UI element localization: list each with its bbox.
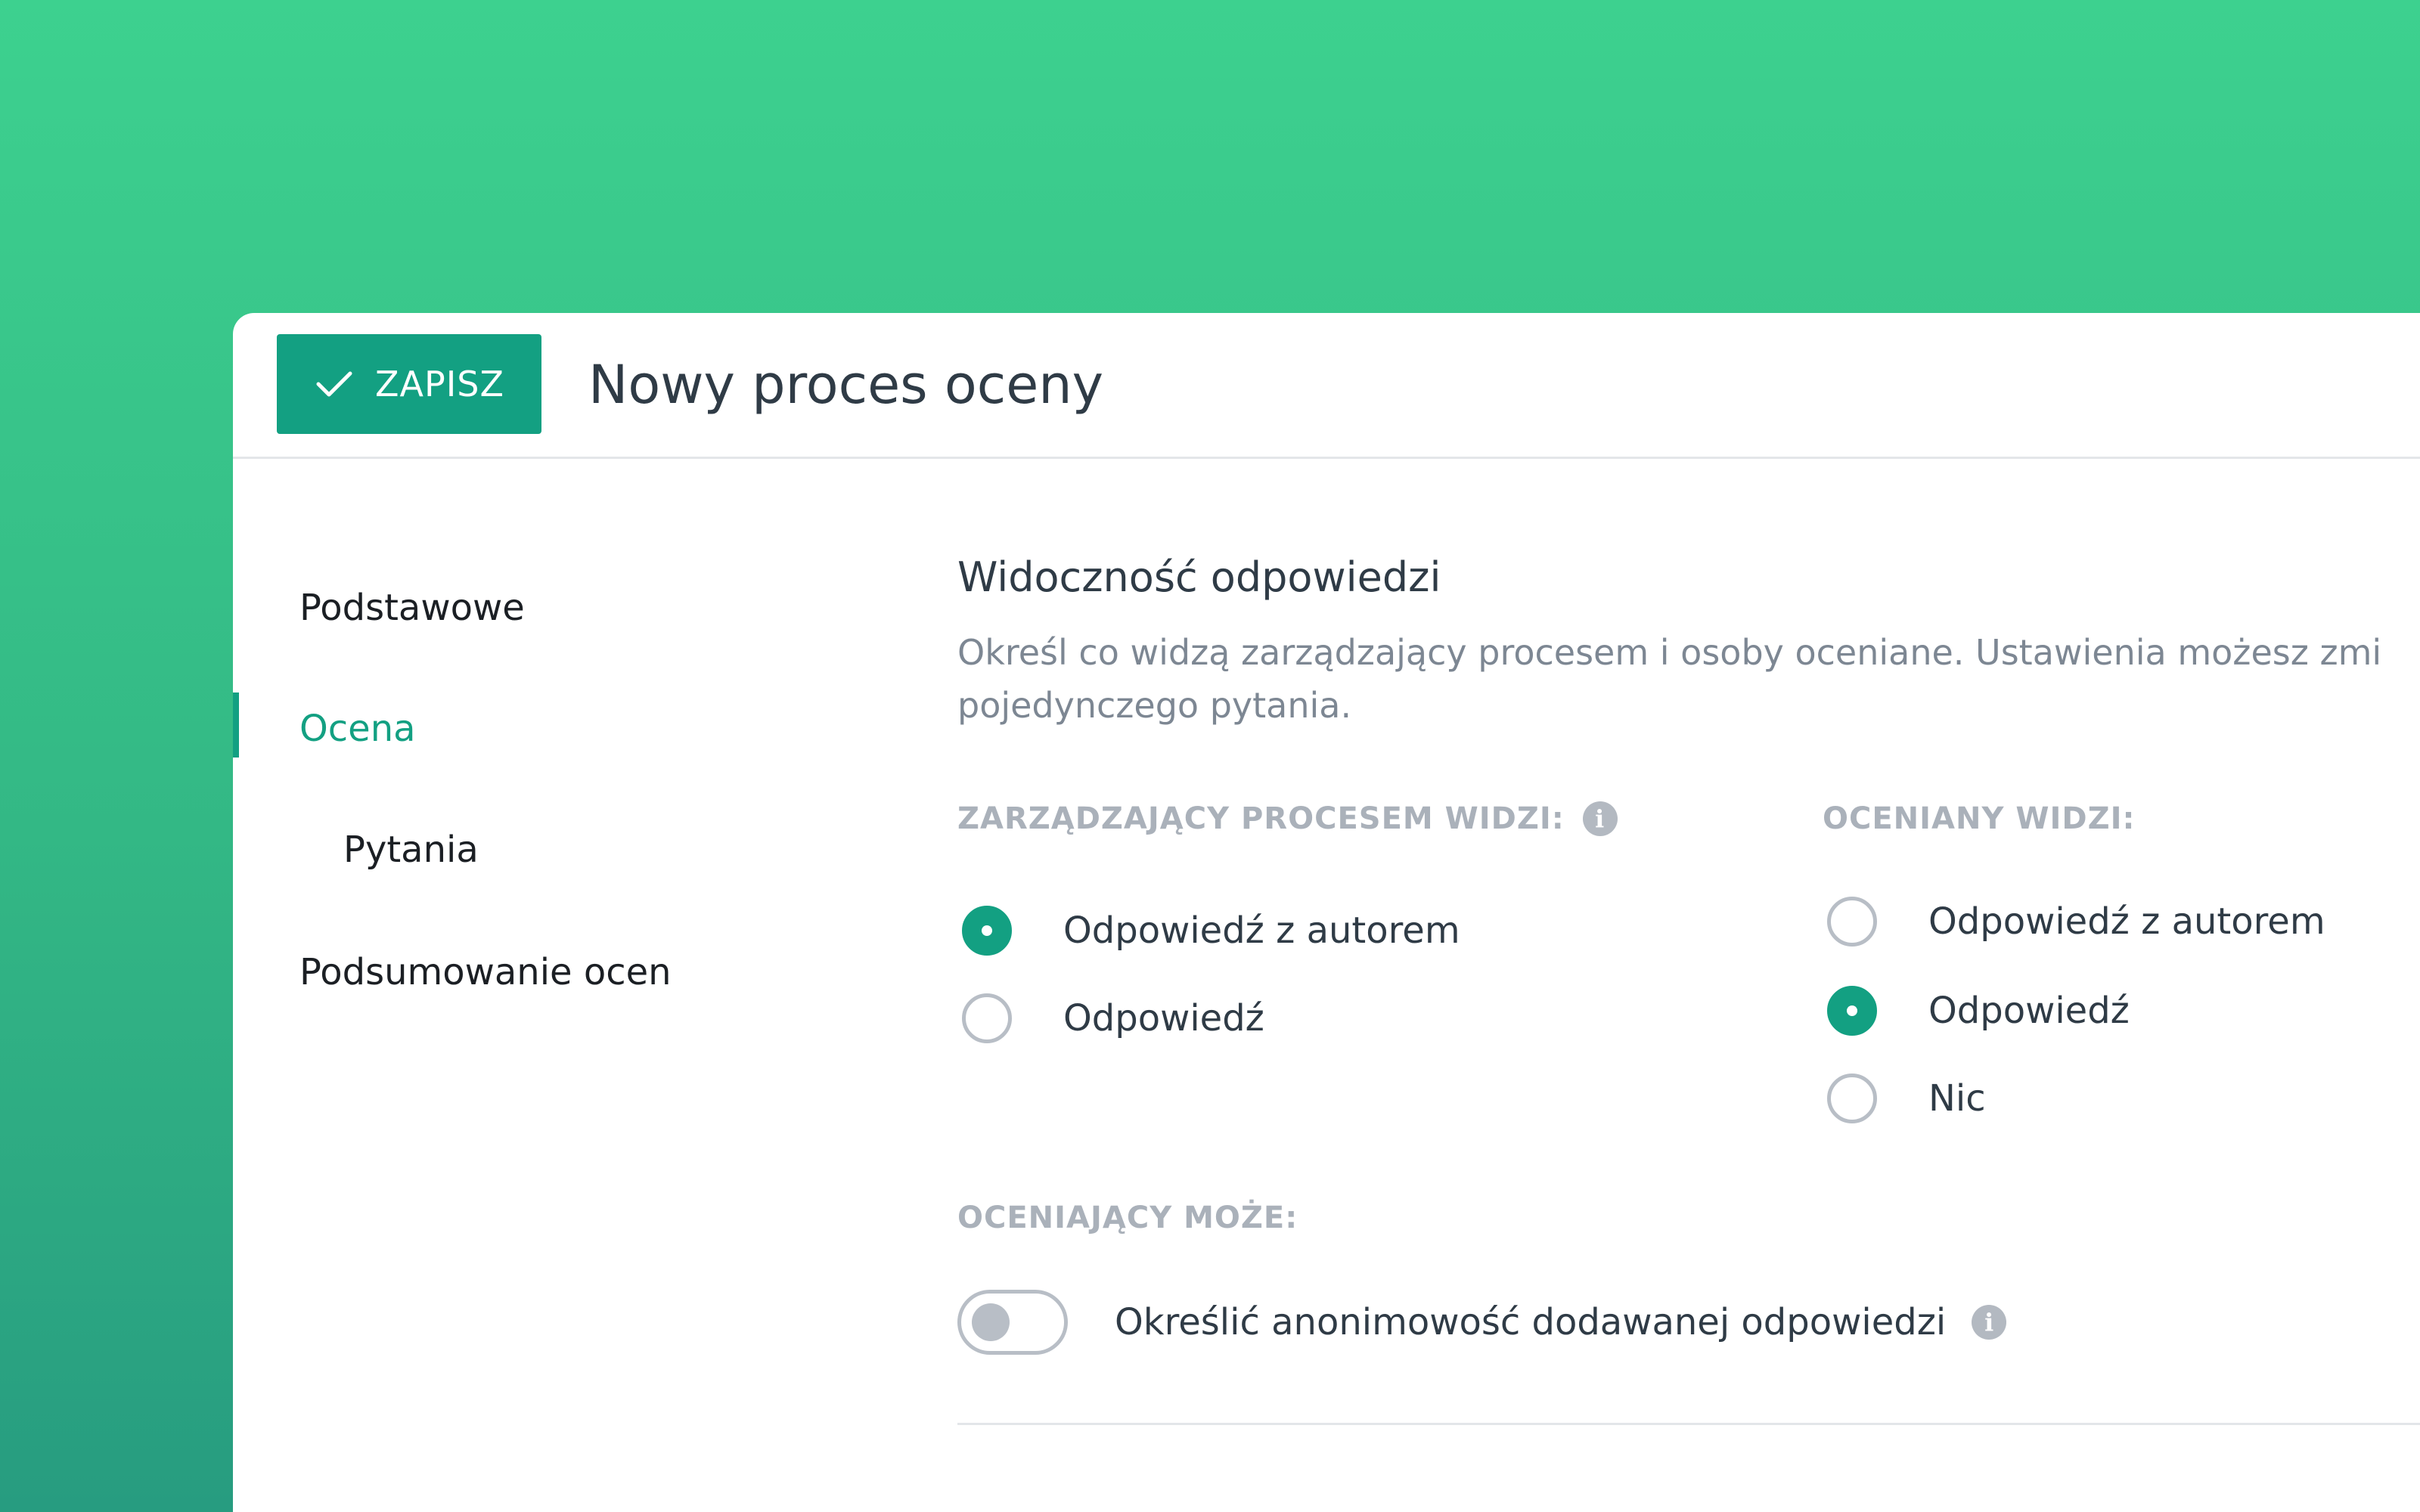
evaluated-option-answer-with-author[interactable]: Odpowiedź z autorem xyxy=(1827,897,2325,947)
toggle-knob xyxy=(972,1303,1010,1341)
evaluated-visibility-label-text: OCENIANY WIDZI: xyxy=(1823,801,2136,836)
manager-visibility-label-text: ZARZĄDZAJĄCY PROCESEM WIDZI: xyxy=(957,801,1565,836)
evaluator-permissions-label: OCENIAJĄCY MOŻE: xyxy=(957,1201,1298,1235)
anonymity-toggle[interactable] xyxy=(957,1290,1068,1355)
radio-button[interactable] xyxy=(1827,986,1877,1036)
section-description-line-1: Określ co widzą zarządzający procesem i … xyxy=(957,632,2382,673)
page-title: Nowy proces oceny xyxy=(588,354,1104,416)
evaluated-visibility-label: OCENIANY WIDZI: xyxy=(1823,801,2135,836)
radio-label: Odpowiedź xyxy=(1063,997,1264,1040)
save-button-label: ZAPISZ xyxy=(375,364,504,404)
evaluated-option-nothing[interactable]: Nic xyxy=(1827,1074,1986,1123)
info-icon[interactable]: i xyxy=(1582,801,1618,836)
sidebar-item-ocena[interactable]: Ocena xyxy=(299,699,416,759)
radio-button[interactable] xyxy=(962,906,1012,956)
section-divider xyxy=(957,1423,2420,1425)
radio-label: Nic xyxy=(1928,1077,1986,1120)
radio-label: Odpowiedź xyxy=(1928,990,2130,1032)
main-panel: ZAPISZ Nowy proces oceny Podstawowe Ocen… xyxy=(233,313,2420,1512)
radio-label: Odpowiedź z autorem xyxy=(1928,900,2325,943)
radio-button[interactable] xyxy=(1827,1074,1877,1123)
manager-visibility-label: ZARZĄDZAJĄCY PROCESEM WIDZI: i xyxy=(957,801,1618,836)
sidebar-item-podstawowe[interactable]: Podstawowe xyxy=(299,578,525,638)
anonymity-toggle-row[interactable]: Określić anonimowość dodawanej odpowiedz… xyxy=(957,1290,2007,1355)
radio-button[interactable] xyxy=(1827,897,1877,947)
manager-option-answer[interactable]: Odpowiedź xyxy=(962,993,1264,1043)
anonymity-toggle-label: Określić anonimowość dodawanej odpowiedz… xyxy=(1115,1301,1947,1343)
radio-label: Odpowiedź z autorem xyxy=(1063,909,1460,952)
sidebar-item-pytania[interactable]: Pytania xyxy=(343,820,479,880)
manager-option-answer-with-author[interactable]: Odpowiedź z autorem xyxy=(962,906,1460,956)
top-bar: ZAPISZ Nowy proces oceny xyxy=(233,313,2420,459)
radio-button[interactable] xyxy=(962,993,1012,1043)
evaluator-permissions-label-text: OCENIAJĄCY MOŻE: xyxy=(957,1201,1298,1235)
active-nav-indicator xyxy=(233,692,239,758)
section-description-line-2: pojedynczego pytania. xyxy=(957,685,1352,726)
evaluated-option-answer[interactable]: Odpowiedź xyxy=(1827,986,2130,1036)
info-icon[interactable]: i xyxy=(1972,1305,2007,1340)
sidebar-item-podsumowanie-ocen[interactable]: Podsumowanie ocen xyxy=(299,942,672,1002)
section-title: Widoczność odpowiedzi xyxy=(957,553,1441,601)
check-icon xyxy=(316,371,352,397)
section-description: Określ co widzą zarządzający procesem i … xyxy=(957,626,2381,732)
save-button[interactable]: ZAPISZ xyxy=(277,334,541,434)
